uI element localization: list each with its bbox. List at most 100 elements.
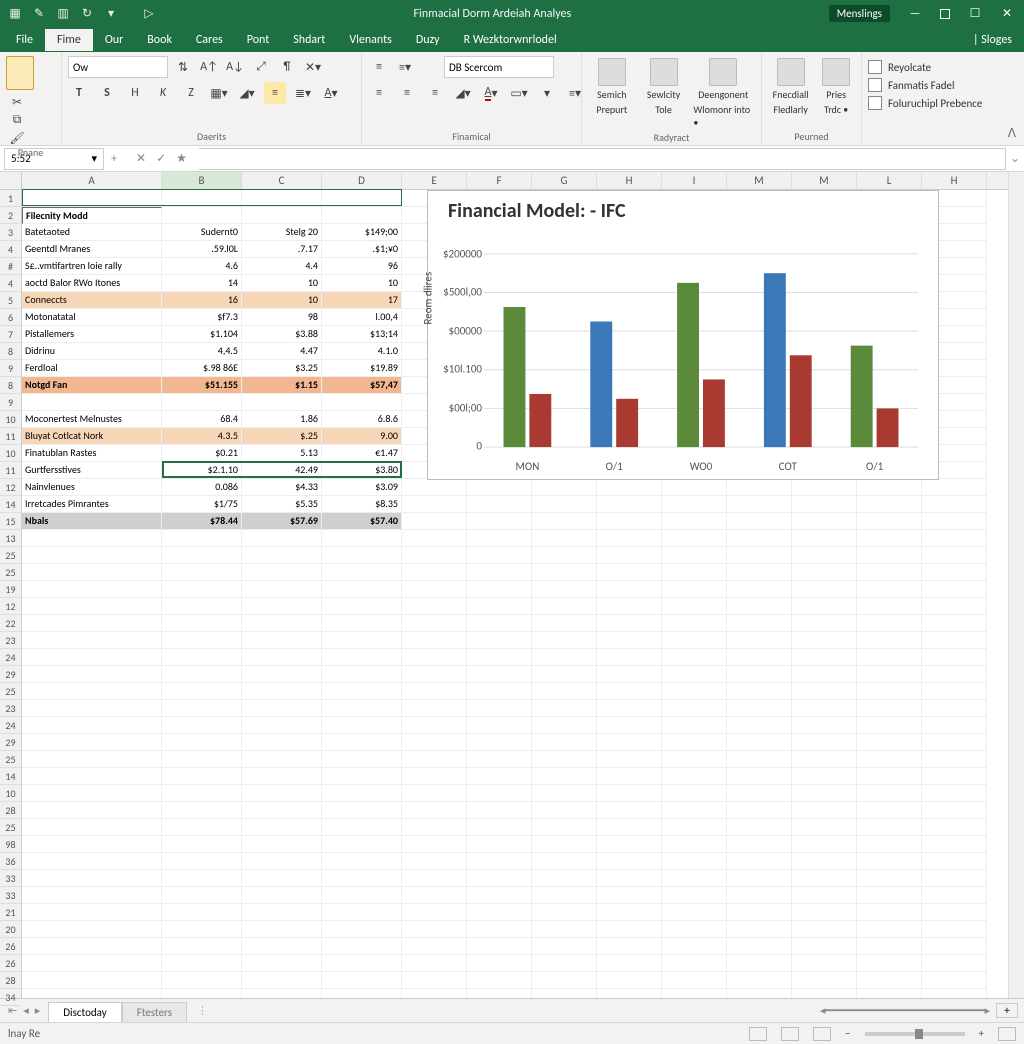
- vertical-scrollbar[interactable]: [1008, 172, 1024, 998]
- zoom-slider[interactable]: [865, 1032, 965, 1036]
- misc-icon[interactable]: ▭▾: [508, 82, 530, 104]
- collapse-ribbon-icon[interactable]: ᐱ: [1008, 126, 1016, 141]
- app-icon: ▦: [8, 7, 22, 21]
- group-label-pane: Pnane: [6, 146, 55, 161]
- menu-pont[interactable]: Pont: [235, 29, 282, 51]
- qat-redo-icon[interactable]: ↻: [80, 7, 94, 21]
- menu-book[interactable]: Book: [135, 29, 184, 51]
- decrease-icon[interactable]: A↓: [224, 56, 246, 78]
- menu-bar: File Fime Our Book Cares Pont Shdart Vle…: [0, 27, 1024, 52]
- big-btn-3[interactable]: FnecdiallFledlarly: [768, 56, 813, 118]
- expand-formula-icon[interactable]: ⌄: [1006, 151, 1024, 166]
- indent-icon[interactable]: A▾: [320, 82, 342, 104]
- namebox-add-icon[interactable]: +: [104, 152, 124, 166]
- menu-vlenants[interactable]: Vlenants: [337, 29, 404, 51]
- chart-x-labels: MON O/1 WO0 COT O/1: [484, 460, 918, 473]
- account-tag[interactable]: Menslings: [829, 5, 890, 22]
- h-icon[interactable]: H: [124, 82, 146, 104]
- maximize-icon[interactable]: ☐: [968, 7, 982, 21]
- group-label-radyract: Radyract: [588, 131, 755, 146]
- menu-sloges[interactable]: | Sloges: [961, 29, 1024, 51]
- link-reyolcate[interactable]: Reyolcate: [868, 58, 982, 76]
- menu-duzy[interactable]: Duzy: [404, 29, 452, 51]
- db-select[interactable]: [444, 56, 554, 78]
- close-icon[interactable]: ✕: [1000, 7, 1014, 21]
- menu-home[interactable]: Fime: [45, 29, 93, 51]
- font-color2-icon[interactable]: A▾: [480, 82, 502, 104]
- font-size-up-icon[interactable]: ⇅: [172, 56, 194, 78]
- fx-icon[interactable]: ★: [176, 151, 187, 166]
- z-icon[interactable]: Z: [180, 82, 202, 104]
- fx-accept-icon[interactable]: ✓: [156, 151, 166, 166]
- orientation-icon[interactable]: ⤢: [250, 56, 272, 78]
- fx-cancel-icon[interactable]: ✕: [136, 151, 146, 166]
- qat-undo-icon[interactable]: ▥: [56, 7, 70, 21]
- big-btn-4[interactable]: PriesTrdc •: [817, 56, 855, 118]
- sheet-tab-active[interactable]: Disctoday: [48, 1002, 121, 1022]
- wrap-icon[interactable]: ¶: [276, 56, 298, 78]
- format-painter-icon[interactable]: 🖌: [6, 130, 28, 146]
- bold-icon[interactable]: T: [68, 82, 90, 104]
- big-btn-1[interactable]: SewlcityTole: [640, 56, 688, 118]
- minimize-icon[interactable]: —: [908, 7, 922, 21]
- align-icon[interactable]: ≣▾: [292, 82, 314, 104]
- align-right-icon[interactable]: ≡: [424, 82, 446, 104]
- clear-icon[interactable]: ✕▾: [302, 56, 324, 78]
- chart-plot: [484, 241, 918, 455]
- cut-icon[interactable]: ✂: [6, 94, 28, 110]
- menu-rwez[interactable]: R Wezktorwnrlodel: [452, 29, 569, 51]
- group-label-daerits: Daerits: [68, 130, 355, 145]
- formula-input[interactable]: [199, 148, 1006, 170]
- menu-our[interactable]: Our: [93, 29, 135, 51]
- copy-icon[interactable]: ⧉: [6, 112, 28, 128]
- align-center-icon[interactable]: ≡: [396, 82, 418, 104]
- view-layout-icon[interactable]: [781, 1027, 799, 1041]
- view-normal-icon[interactable]: [749, 1027, 767, 1041]
- tab-nav-next-icon[interactable]: ▸: [35, 1004, 41, 1017]
- qat-play-icon[interactable]: ▷: [142, 7, 156, 21]
- big-btn-2[interactable]: DeengonentWlomonr into •: [691, 56, 755, 131]
- merge-icon[interactable]: ◢▾: [452, 82, 474, 104]
- italic-icon[interactable]: S: [96, 82, 118, 104]
- increase-icon[interactable]: A↑: [198, 56, 220, 78]
- paste-icon[interactable]: [6, 56, 34, 90]
- fill-color-icon[interactable]: ◢▾: [236, 82, 258, 104]
- status-extra-icon[interactable]: [998, 1027, 1016, 1041]
- embedded-chart[interactable]: Financial Model: - IFC Reom dlires $2000…: [427, 190, 939, 480]
- restore-icon[interactable]: [940, 9, 950, 19]
- font-select[interactable]: [68, 56, 168, 78]
- group-label-financial: Finamical: [368, 130, 575, 145]
- formula-bar: 5:52▾ + ✕ ✓ ★ ⌄: [0, 146, 1024, 172]
- misc2-icon[interactable]: ▾: [536, 82, 558, 104]
- row-headers[interactable]: 1234#45678989101110111214151325251912222…: [0, 172, 22, 998]
- hscroll-left-icon[interactable]: ◂━━━━━━━━━━━━━━━━━━━━━━━━▸: [814, 1004, 996, 1017]
- link-foluruchipl[interactable]: Foluruchipl Prebence: [868, 94, 982, 112]
- menu-cares[interactable]: Cares: [184, 29, 235, 51]
- align-left-icon[interactable]: ≡: [368, 82, 390, 104]
- chart-y-axis: Reom dlires $200000 $500l,00 $00000 $10l…: [434, 241, 484, 455]
- sheet-tab-other[interactable]: Ftesters: [122, 1002, 187, 1022]
- tab-nav-prev-icon[interactable]: ◂: [23, 1004, 29, 1017]
- link-fanmatis[interactable]: Fanmatis Fadel: [868, 76, 982, 94]
- group-label-peurned: Peurned: [768, 130, 855, 145]
- add-sheet-icon[interactable]: ⋮: [187, 1004, 218, 1017]
- column-headers[interactable]: ABCDEFGHIMMLH: [22, 172, 1008, 190]
- zoom-in-icon[interactable]: +: [979, 1027, 984, 1040]
- font-color-icon[interactable]: ≡: [264, 82, 286, 104]
- menu-file[interactable]: File: [4, 29, 45, 51]
- select-all-corner[interactable]: [0, 172, 21, 190]
- qat-save-icon[interactable]: ✎: [32, 7, 46, 21]
- new-sheet-plus-icon[interactable]: +: [996, 1003, 1018, 1018]
- qat-dropdown-icon[interactable]: ▾: [104, 7, 118, 21]
- border-icon[interactable]: ▦▾: [208, 82, 230, 104]
- namebox-dropdown-icon[interactable]: ▾: [91, 152, 97, 165]
- zoom-out-icon[interactable]: −: [845, 1027, 850, 1040]
- k-icon[interactable]: K: [152, 82, 174, 104]
- align-top-icon[interactable]: ≡: [368, 56, 390, 78]
- grid-area: 1234#45678989101110111214151325251912222…: [0, 172, 1024, 998]
- align-mid-icon[interactable]: ≡▾: [394, 56, 416, 78]
- status-text: lnay Re: [8, 1027, 40, 1040]
- menu-shdart[interactable]: Shdart: [281, 29, 337, 51]
- view-break-icon[interactable]: [813, 1027, 831, 1041]
- big-btn-0[interactable]: SemichPrepurt: [588, 56, 636, 118]
